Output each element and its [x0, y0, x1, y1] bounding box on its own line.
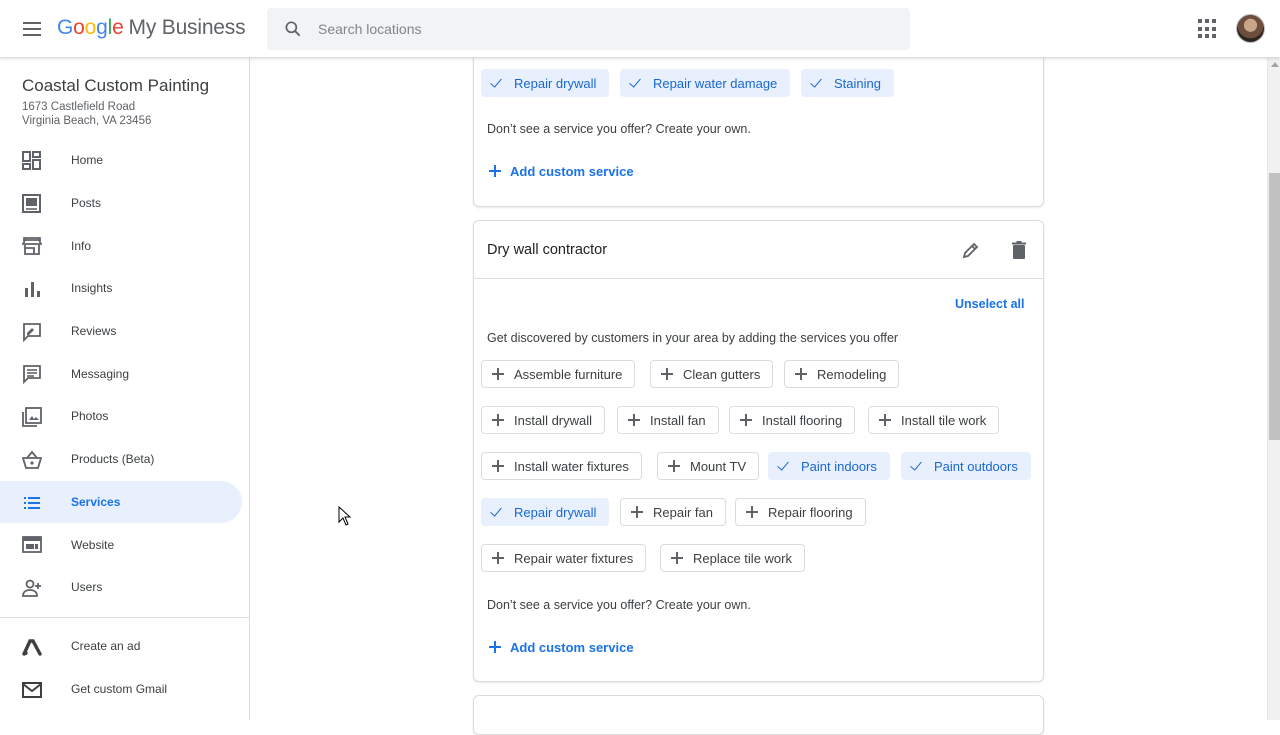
sidebar-item-messaging[interactable]: Messaging: [0, 352, 250, 395]
sidebar-item-users[interactable]: Users: [0, 566, 250, 609]
plus-icon: [744, 504, 760, 520]
sidebar-item-create-ad[interactable]: Create an ad: [0, 625, 250, 668]
basket-icon: [22, 450, 42, 469]
service-chip[interactable]: Paint outdoors: [901, 452, 1031, 480]
top-app-bar: Google My Business: [0, 0, 1280, 58]
sidebar-nav: Home Posts Info Insights Reviews Messagi…: [0, 139, 250, 609]
service-chip[interactable]: Install fan: [617, 406, 719, 434]
service-chip[interactable]: Assemble furniture: [481, 360, 636, 388]
sidebar-divider: [0, 617, 250, 618]
service-chip[interactable]: Repair drywall: [481, 498, 610, 526]
edit-pencil-icon[interactable]: [961, 240, 981, 260]
photos-icon: [22, 407, 42, 428]
category-title: Dry wall contractor: [487, 242, 608, 258]
add-custom-service-link[interactable]: Add custom service: [487, 639, 634, 655]
plus-icon: [490, 458, 506, 474]
business-name: Coastal Custom Painting: [22, 76, 210, 95]
service-chip[interactable]: Paint indoors: [768, 452, 890, 480]
sidebar: Coastal Custom Painting 1673 Castlefield…: [0, 58, 250, 720]
service-chip[interactable]: Install drywall: [481, 406, 606, 434]
reviews-icon: [23, 322, 41, 342]
gmail-icon: [22, 681, 42, 698]
sidebar-item-services[interactable]: Services: [0, 480, 242, 524]
service-chip[interactable]: Install flooring: [729, 406, 856, 434]
service-chip[interactable]: Repair water fixtures: [481, 544, 647, 572]
website-icon: [22, 536, 42, 554]
sidebar-item-products[interactable]: Products (Beta): [0, 438, 250, 481]
plus-icon: [738, 412, 754, 428]
check-icon: [629, 75, 645, 91]
plus-icon: [490, 412, 506, 428]
hamburger-menu-icon[interactable]: [20, 17, 44, 41]
app-logo[interactable]: Google My Business: [57, 16, 246, 40]
plus-icon: [666, 458, 682, 474]
service-chip[interactable]: Repair water damage: [620, 69, 791, 97]
custom-service-prompt: Don’t see a service you offer? Create yo…: [487, 122, 751, 136]
plus-icon: [490, 550, 506, 566]
plus-icon: [877, 412, 893, 428]
search-icon[interactable]: [283, 19, 303, 39]
plus-icon: [626, 412, 642, 428]
unselect-all-link[interactable]: Unselect all: [955, 297, 1024, 311]
service-chip[interactable]: Install water fixtures: [481, 452, 642, 480]
delete-trash-icon[interactable]: [1009, 240, 1029, 260]
sidebar-item-reviews[interactable]: Reviews: [0, 310, 250, 353]
service-chip[interactable]: Repair drywall: [481, 69, 610, 97]
search-bar[interactable]: [267, 8, 910, 50]
list-icon: [24, 496, 40, 509]
sidebar-item-photos[interactable]: Photos: [0, 395, 250, 438]
add-user-icon: [22, 579, 41, 597]
service-chip[interactable]: Replace tile work: [660, 544, 805, 572]
plus-icon: [659, 366, 675, 382]
product-name: My Business: [128, 16, 246, 39]
scroll-thumb[interactable]: [1269, 173, 1280, 440]
sidebar-extra-nav: Create an ad Get custom Gmail: [0, 625, 250, 710]
page-scrollbar[interactable]: [1267, 58, 1280, 720]
apps-grid-icon[interactable]: [1198, 19, 1218, 39]
service-chip[interactable]: Repair fan: [620, 498, 726, 526]
sidebar-item-website[interactable]: Website: [0, 523, 250, 566]
ads-icon: [22, 639, 42, 656]
check-icon: [910, 458, 926, 474]
scroll-up-arrow-icon[interactable]: [1271, 62, 1279, 67]
card-header-divider: [474, 278, 1043, 279]
plus-icon: [487, 163, 503, 179]
account-avatar[interactable]: [1236, 14, 1265, 43]
service-chip[interactable]: Install tile work: [868, 406, 1000, 434]
plus-icon: [793, 366, 809, 382]
sidebar-item-custom-gmail[interactable]: Get custom Gmail: [0, 668, 250, 711]
message-icon: [23, 365, 41, 385]
sidebar-item-posts[interactable]: Posts: [0, 182, 250, 225]
service-category-card-previous: Repair drywall Repair water damage Stain…: [473, 44, 1044, 207]
check-icon: [777, 458, 793, 474]
service-category-card: Dry wall contractor Unselect all Get dis…: [473, 220, 1044, 682]
sidebar-item-insights[interactable]: Insights: [0, 267, 250, 310]
business-address: 1673 Castlefield Road Virginia Beach, VA…: [22, 101, 152, 127]
plus-icon: [490, 366, 506, 382]
plus-icon: [669, 550, 685, 566]
service-chip[interactable]: Repair flooring: [735, 498, 866, 526]
add-custom-service-link[interactable]: Add custom service: [487, 163, 634, 179]
check-icon: [490, 75, 506, 91]
check-icon: [490, 504, 506, 520]
custom-service-prompt: Don’t see a service you offer? Create yo…: [487, 598, 751, 612]
service-chip[interactable]: Mount TV: [657, 452, 760, 480]
plus-icon: [487, 639, 503, 655]
storefront-icon: [22, 237, 42, 256]
search-input[interactable]: [318, 8, 878, 50]
dashboard-icon: [22, 151, 41, 170]
service-chip[interactable]: Staining: [801, 69, 894, 97]
service-chip[interactable]: Clean gutters: [650, 360, 774, 388]
sidebar-item-home[interactable]: Home: [0, 139, 250, 182]
posts-icon: [22, 193, 41, 213]
sidebar-item-info[interactable]: Info: [0, 224, 250, 267]
service-category-card-next: [473, 695, 1044, 735]
mouse-cursor-icon: [338, 506, 352, 526]
bar-chart-icon: [25, 282, 40, 298]
service-chip[interactable]: Remodeling: [784, 360, 900, 388]
plus-icon: [629, 504, 645, 520]
services-intro-text: Get discovered by customers in your area…: [487, 331, 899, 345]
check-icon: [810, 75, 826, 91]
